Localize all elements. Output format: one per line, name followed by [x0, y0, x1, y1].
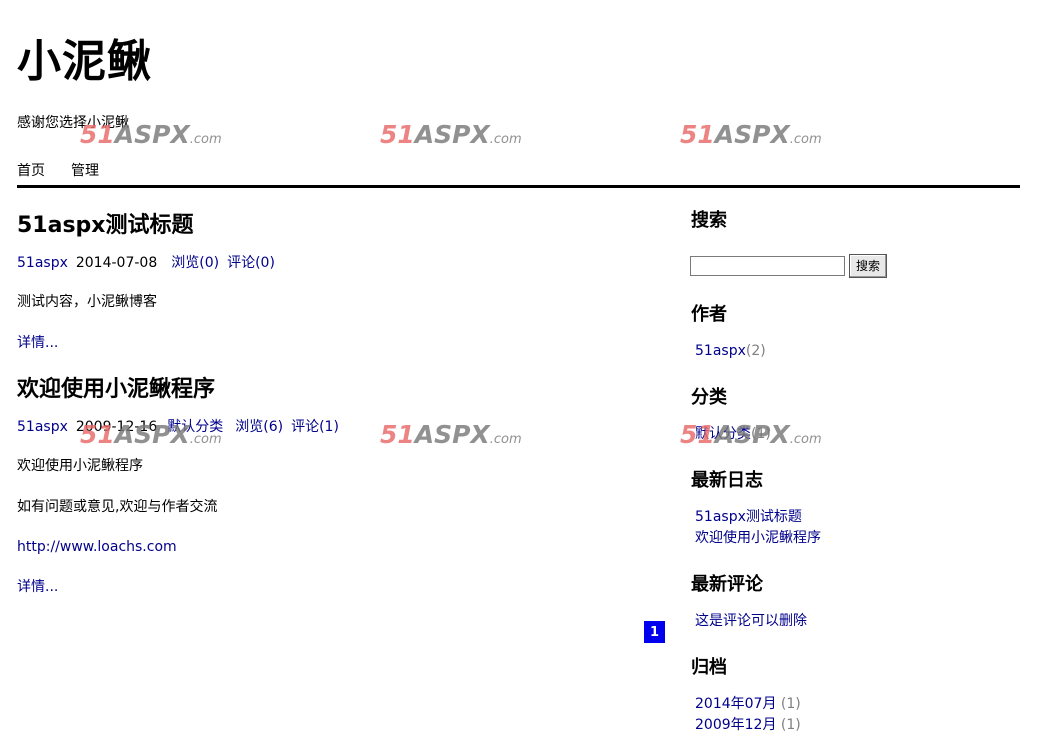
watermark-logo: 51ASPX.com	[380, 420, 522, 449]
post-content: 测试内容，小泥鳅博客	[17, 294, 157, 310]
sidebar-archives-heading: 归档	[691, 657, 727, 678]
nav-divider	[17, 185, 1020, 188]
list-item: 2009年12月 (1)	[695, 715, 801, 736]
post-title: 欢迎使用小泥鳅程序	[17, 376, 215, 404]
archive-count: (1)	[780, 696, 801, 712]
post-views-link[interactable]: 浏览(0)	[171, 255, 219, 271]
list-item: 2014年07月 (1)	[695, 694, 801, 715]
nav-admin-link[interactable]: 管理	[71, 162, 99, 180]
post-more-link[interactable]: 详情...	[17, 578, 58, 596]
post-comments-link[interactable]: 评论(1)	[291, 419, 339, 435]
pager-current-page[interactable]: 1	[644, 621, 665, 643]
archive-count: (1)	[780, 717, 801, 733]
sidebar-recent-comments-heading: 最新评论	[691, 574, 763, 595]
watermark-logo: 51ASPX.com	[380, 120, 522, 149]
post-title-link[interactable]: 51aspx测试标题	[17, 213, 194, 238]
post-title: 51aspx测试标题	[17, 212, 194, 240]
sidebar-authors-list: 51aspx(2)	[695, 341, 766, 362]
post-external-link[interactable]: http://www.loachs.com	[17, 538, 177, 556]
post-content: 如有问题或意见,欢迎与作者交流	[17, 499, 218, 515]
site-description: 感谢您选择小泥鳅	[17, 115, 129, 131]
watermark-logo: 51ASPX.com	[680, 120, 822, 149]
list-item: 默认分类(1)	[695, 424, 771, 445]
post-date: 2009-12-16	[75, 419, 158, 435]
list-item: 欢迎使用小泥鳅程序	[695, 528, 821, 549]
list-item: 51aspx(2)	[695, 341, 766, 362]
sidebar-search-heading: 搜索	[691, 210, 727, 231]
category-count: (1)	[751, 426, 771, 442]
post-date: 2014-07-08	[75, 255, 158, 271]
list-item: 这是评论可以删除	[695, 611, 807, 632]
post-more-link[interactable]: 详情...	[17, 334, 58, 352]
post-author-link[interactable]: 51aspx	[17, 419, 68, 435]
post-views-link[interactable]: 浏览(6)	[235, 419, 283, 435]
author-count: (2)	[745, 343, 766, 359]
post-content: 欢迎使用小泥鳅程序	[17, 458, 143, 474]
post-meta: 51aspx 2009-12-16 默认分类 浏览(6) 评论(1)	[17, 418, 339, 436]
search-button[interactable]: 搜索	[849, 254, 887, 278]
search-input[interactable]	[690, 256, 845, 276]
sidebar-recent-comments-list: 这是评论可以删除	[695, 611, 807, 632]
archive-link[interactable]: 2009年12月	[695, 717, 776, 733]
sidebar-categories-list: 默认分类(1)	[695, 424, 771, 445]
post-title-link[interactable]: 欢迎使用小泥鳅程序	[17, 377, 215, 402]
archive-link[interactable]: 2014年07月	[695, 696, 776, 712]
category-link[interactable]: 默认分类	[695, 426, 751, 442]
recent-post-link[interactable]: 51aspx测试标题	[695, 509, 802, 525]
post-category-link[interactable]: 默认分类	[167, 419, 223, 435]
main-nav: 首页 管理	[17, 162, 99, 180]
site-title: 小泥鳅	[17, 36, 152, 87]
nav-home-link[interactable]: 首页	[17, 162, 45, 180]
post-meta: 51aspx 2014-07-08 浏览(0) 评论(0)	[17, 254, 275, 272]
sidebar-categories-heading: 分类	[691, 387, 727, 408]
list-item: 51aspx测试标题	[695, 507, 821, 528]
post-author-link[interactable]: 51aspx	[17, 255, 68, 271]
sidebar-recent-posts-list: 51aspx测试标题 欢迎使用小泥鳅程序	[695, 507, 821, 549]
sidebar-authors-heading: 作者	[691, 304, 727, 325]
author-link[interactable]: 51aspx	[695, 343, 746, 359]
recent-post-link[interactable]: 欢迎使用小泥鳅程序	[695, 530, 821, 546]
post-comments-link[interactable]: 评论(0)	[227, 255, 275, 271]
sidebar-archives-list: 2014年07月 (1) 2009年12月 (1)	[695, 694, 801, 736]
sidebar-recent-posts-heading: 最新日志	[691, 470, 763, 491]
recent-comment-link[interactable]: 这是评论可以删除	[695, 613, 807, 629]
